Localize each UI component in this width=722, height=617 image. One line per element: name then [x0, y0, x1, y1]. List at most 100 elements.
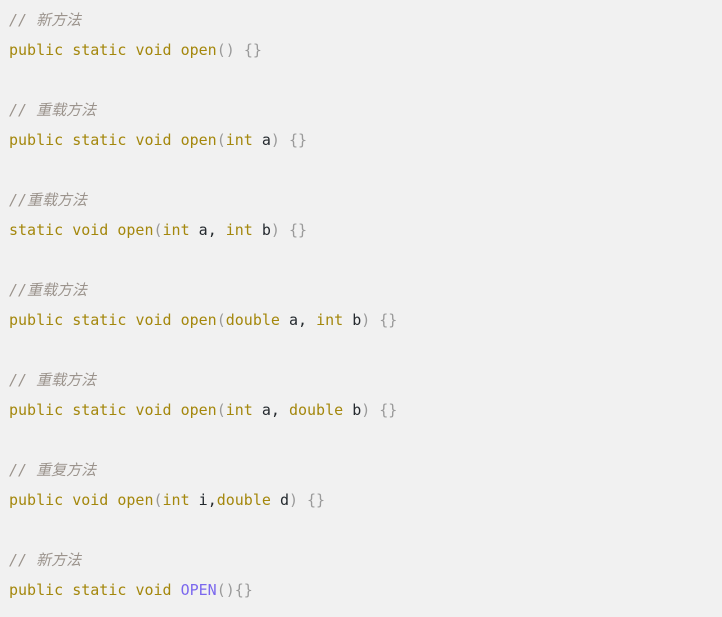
- code-token: // 新方法: [9, 11, 82, 29]
- code-token: ,: [207, 221, 217, 239]
- code-token: ): [288, 491, 298, 509]
- code-token: i: [198, 491, 208, 509]
- code-editor-surface[interactable]: // 新方法 public static void open() {}// 重载方…: [0, 0, 722, 617]
- code-token: // 新方法: [9, 551, 82, 569]
- code-line[interactable]: // 重复方法: [9, 455, 722, 485]
- code-token: {}: [307, 491, 326, 509]
- code-token: // 重载方法: [9, 101, 97, 119]
- code-token: ): [270, 221, 280, 239]
- code-token: int: [162, 491, 190, 509]
- code-token: static: [72, 311, 127, 329]
- code-line[interactable]: // 新方法: [9, 545, 722, 575]
- code-line-blank[interactable]: [9, 515, 722, 545]
- code-line[interactable]: public static void open() {}: [9, 35, 722, 65]
- code-line-blank[interactable]: [9, 65, 722, 95]
- code-token: a: [261, 401, 271, 419]
- code-token: a: [198, 221, 208, 239]
- code-token: (: [216, 131, 226, 149]
- code-line[interactable]: public static void open(double a, int b)…: [9, 305, 722, 335]
- code-token: void: [72, 491, 109, 509]
- code-line-blank[interactable]: [9, 425, 722, 455]
- code-token: static: [9, 221, 64, 239]
- code-token: static: [72, 131, 127, 149]
- code-line[interactable]: public static void open(int a, double b)…: [9, 395, 722, 425]
- code-token: static: [72, 581, 127, 599]
- code-token: ): [270, 131, 280, 149]
- code-token: b: [352, 311, 362, 329]
- code-token: int: [225, 131, 253, 149]
- code-line[interactable]: public void open(int i,double d) {}: [9, 485, 722, 515]
- code-line[interactable]: //重载方法: [9, 275, 722, 305]
- code-token: double: [288, 401, 344, 419]
- code-token: ,: [207, 491, 217, 509]
- code-line[interactable]: // 重载方法: [9, 365, 722, 395]
- code-token: // 重复方法: [9, 461, 97, 479]
- code-token: public: [9, 41, 64, 59]
- code-line[interactable]: // 新方法: [9, 5, 722, 35]
- code-token: (): [216, 41, 235, 59]
- code-token: ): [361, 401, 371, 419]
- code-token: a: [261, 131, 271, 149]
- code-token: (): [216, 581, 235, 599]
- code-line[interactable]: //重载方法: [9, 185, 722, 215]
- code-line[interactable]: static void open(int a, int b) {}: [9, 215, 722, 245]
- code-token: int: [225, 221, 253, 239]
- code-token: int: [225, 401, 253, 419]
- code-token: open: [180, 131, 217, 149]
- code-token: double: [216, 491, 271, 509]
- code-token: void: [135, 581, 172, 599]
- code-token: public: [9, 491, 64, 509]
- code-token: open: [180, 401, 217, 419]
- code-token: ,: [298, 311, 308, 329]
- code-line[interactable]: public static void open(int a) {}: [9, 125, 722, 155]
- code-token: open: [117, 221, 154, 239]
- code-token: ,: [270, 401, 280, 419]
- code-token: b: [261, 221, 271, 239]
- code-token: ): [361, 311, 371, 329]
- code-token: void: [135, 311, 172, 329]
- code-token: {}: [288, 131, 308, 149]
- code-token: void: [135, 401, 172, 419]
- code-line[interactable]: // 重载方法: [9, 95, 722, 125]
- code-line-blank[interactable]: [9, 245, 722, 275]
- code-token: open: [180, 311, 217, 329]
- code-line-blank[interactable]: [9, 335, 722, 365]
- code-token: public: [9, 401, 64, 419]
- code-line[interactable]: public static void OPEN(){}: [9, 575, 722, 605]
- code-token: int: [162, 221, 190, 239]
- code-token: (: [153, 491, 163, 509]
- code-token: a: [288, 311, 298, 329]
- code-token: {}: [234, 581, 253, 599]
- code-token: d: [279, 491, 289, 509]
- code-token: (: [216, 311, 226, 329]
- code-token: public: [9, 131, 64, 149]
- code-token: open: [117, 491, 154, 509]
- code-line-blank[interactable]: [9, 155, 722, 185]
- code-token: void: [135, 131, 172, 149]
